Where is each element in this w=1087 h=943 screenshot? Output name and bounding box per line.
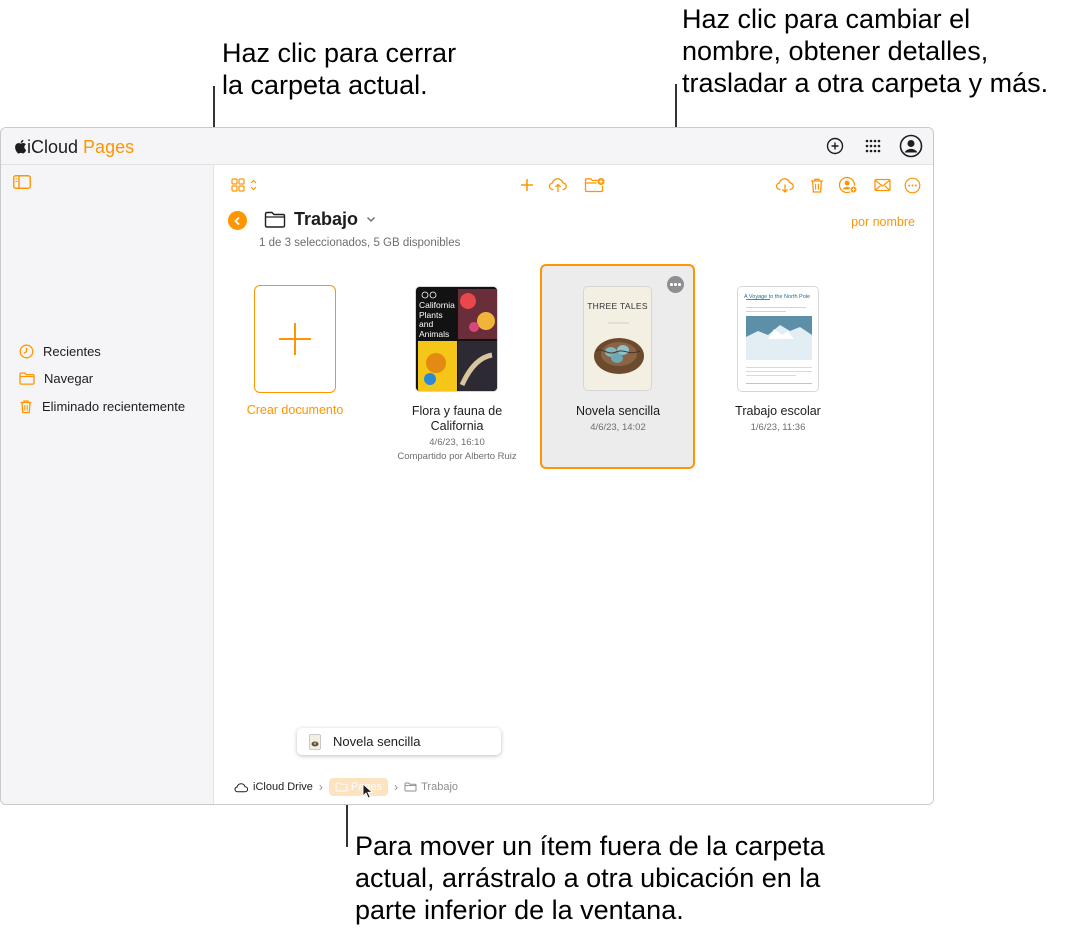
callout-text: parte inferior de la ventana. [355,895,684,925]
sidebar-item-label: Recientes [43,343,101,359]
document-date: 4/6/23, 16:10 [429,437,485,448]
chevron-right-icon: › [394,780,399,794]
folder-title[interactable]: Trabajo [264,209,376,230]
callout-text: actual, arrástralo a otra ubicación en l… [355,863,821,893]
document-item[interactable]: Trabajo escolar 1/6/23, 11:36 [703,404,853,435]
chevron-right-icon: › [318,780,323,794]
breadcrumb-label: iCloud Drive [253,781,313,793]
plus-icon [279,323,311,355]
app-window: iCloud Pages Recientes Navegar Eliminado… [0,127,934,805]
folder-icon [335,782,348,792]
add-circle-icon[interactable] [823,134,847,158]
callout-leader [346,803,348,847]
callout-more-options: Haz clic para cambiar el nombre, obtener… [682,3,1048,99]
sidebar-item-eliminado[interactable]: Eliminado recientemente [19,396,185,416]
brand-pages: Pages [83,137,135,157]
document-thumbnail[interactable] [737,286,819,392]
document-name: Flora y fauna de [411,404,503,418]
sidebar-item-navegar[interactable]: Navegar [19,368,93,388]
cloud-icon [234,782,249,792]
new-folder-icon[interactable] [583,174,607,196]
folder-status: 1 de 3 seleccionados, 5 GB disponibles [259,237,461,249]
callout-text: Haz clic para cambiar el [682,4,971,34]
thumbnail-title: California Plants and Animals [419,300,455,339]
main-content: Trabajo 1 de 3 seleccionados, 5 GB dispo… [214,165,933,804]
sort-menu[interactable]: por nombre [851,215,915,229]
callout-move-item: Para mover un ítem fuera de la carpeta a… [355,830,825,926]
document-date: 4/6/23, 14:02 [590,422,646,433]
trash-icon [20,399,32,413]
mouse-pointer-icon [362,783,373,799]
sidebar-toggle-icon[interactable] [13,175,31,194]
folder-title-text: Trabajo [294,209,359,229]
app-grid-icon[interactable] [861,134,885,158]
document-date: 1/6/23, 11:36 [750,422,806,433]
chevron-down-icon [367,217,376,222]
folder-icon [19,371,35,385]
document-item[interactable]: Novela sencilla 4/6/23, 14:02 [543,404,693,435]
clock-icon [19,344,34,358]
app-brand[interactable]: iCloud Pages [14,137,134,157]
close-folder-button[interactable] [228,211,247,230]
callout-text: trasladar a otra carpeta y más. [682,68,1049,98]
document-name: California [430,419,484,433]
document-preview [738,287,818,391]
more-options-button[interactable] [667,276,684,293]
brand-icloud: iCloud [27,137,79,157]
create-document-button[interactable] [254,285,336,393]
callout-text: Haz clic para cerrar [222,38,457,68]
dragged-item-label: Novela sencilla [333,734,421,749]
callout-close-folder: Haz clic para cerrar la carpeta actual. [222,37,456,101]
collaborate-icon[interactable] [837,174,859,196]
breadcrumb-trabajo[interactable]: Trabajo [404,781,458,793]
sidebar-item-label: Eliminado recientemente [42,398,186,414]
view-grid-icon[interactable] [231,174,261,196]
thumbnail-title: THREE TALES [587,301,648,311]
breadcrumb-label: Trabajo [421,781,459,793]
more-options-icon[interactable] [901,174,923,196]
chevron-left-icon [234,216,240,225]
delete-icon[interactable] [806,174,828,196]
thumbnail-title: A Voyage to the North Pole [744,294,811,300]
new-document-icon[interactable] [516,174,538,196]
callout-text: Para mover un ítem fuera de la carpeta [355,831,825,861]
callout-text: nombre, obtener detalles, [682,36,989,66]
account-icon[interactable] [899,134,923,158]
document-item[interactable]: Flora y fauna de California 4/6/23, 16:1… [382,404,532,464]
breadcrumb-icloud-drive[interactable]: iCloud Drive [234,781,313,793]
folder-icon [404,782,417,792]
top-bar: iCloud Pages [1,128,933,165]
download-icon[interactable] [774,174,796,196]
sidebar: Recientes Navegar Eliminado recientement… [1,165,214,804]
create-document-label[interactable]: Crear documento [220,403,370,417]
document-mini-icon [309,733,321,750]
mail-icon[interactable] [871,174,893,196]
document-name: Trabajo escolar [735,404,821,418]
document-name: Novela sencilla [575,404,661,418]
breadcrumb-pages-drop-target[interactable]: Pages [328,778,389,796]
folder-icon [264,211,286,228]
dragged-item[interactable]: Novela sencilla [297,728,501,755]
apple-logo-icon [15,139,27,154]
callout-text: la carpeta actual. [222,70,428,100]
sidebar-item-label: Navegar [44,370,94,386]
breadcrumb: iCloud Drive › Pages › Trabajo [234,775,458,799]
upload-icon[interactable] [547,174,569,196]
document-shared-by: Compartido por Alberto Ruiz [397,451,517,462]
sidebar-item-recientes[interactable]: Recientes [19,341,101,361]
